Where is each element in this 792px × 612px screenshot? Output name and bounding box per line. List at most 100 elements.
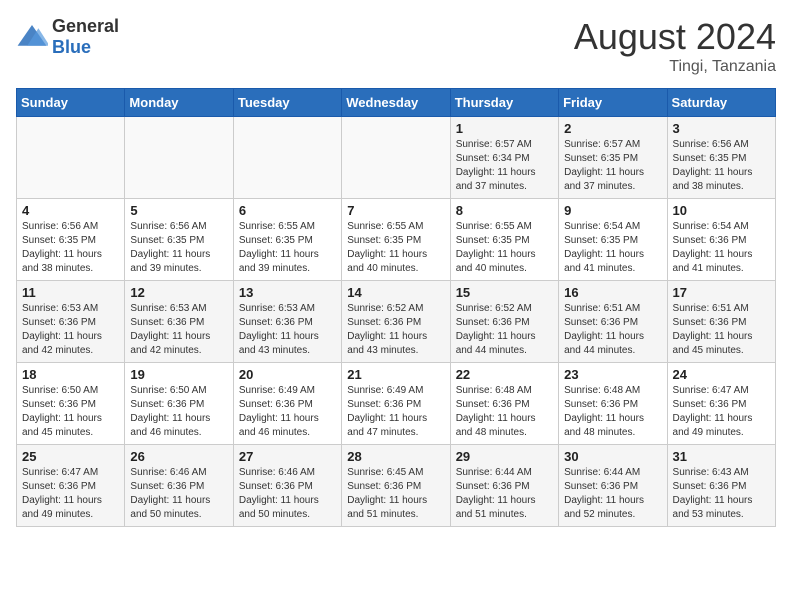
- calendar-cell: 29 Sunrise: 6:44 AM Sunset: 6:36 PM Dayli…: [450, 445, 558, 527]
- day-number: 30: [564, 449, 661, 464]
- cell-info: Sunrise: 6:50 AM Sunset: 6:36 PM Dayligh…: [130, 384, 227, 440]
- cell-info: Sunrise: 6:55 AM Sunset: 6:35 PM Dayligh…: [347, 220, 444, 276]
- cell-info: Sunrise: 6:43 AM Sunset: 6:36 PM Dayligh…: [673, 466, 770, 522]
- calendar-cell: 14 Sunrise: 6:52 AM Sunset: 6:36 PM Dayli…: [342, 281, 450, 363]
- calendar-week-row: 11 Sunrise: 6:53 AM Sunset: 6:36 PM Dayli…: [17, 281, 776, 363]
- weekday-header-wednesday: Wednesday: [342, 89, 450, 117]
- day-number: 10: [673, 203, 770, 218]
- day-number: 14: [347, 285, 444, 300]
- cell-info: Sunrise: 6:56 AM Sunset: 6:35 PM Dayligh…: [673, 138, 770, 194]
- day-number: 8: [456, 203, 553, 218]
- day-number: 4: [22, 203, 119, 218]
- weekday-header-friday: Friday: [559, 89, 667, 117]
- day-number: 16: [564, 285, 661, 300]
- cell-info: Sunrise: 6:55 AM Sunset: 6:35 PM Dayligh…: [456, 220, 553, 276]
- day-number: 6: [239, 203, 336, 218]
- logo: General Blue: [16, 16, 119, 58]
- calendar-table: SundayMondayTuesdayWednesdayThursdayFrid…: [16, 88, 776, 527]
- day-number: 17: [673, 285, 770, 300]
- calendar-cell: 23 Sunrise: 6:48 AM Sunset: 6:36 PM Dayli…: [559, 363, 667, 445]
- page-header: General Blue August 2024 Tingi, Tanzania: [16, 16, 776, 76]
- calendar-cell: 3 Sunrise: 6:56 AM Sunset: 6:35 PM Daylig…: [667, 117, 775, 199]
- day-number: 15: [456, 285, 553, 300]
- cell-info: Sunrise: 6:50 AM Sunset: 6:36 PM Dayligh…: [22, 384, 119, 440]
- calendar-cell: 1Sunrise: 6:57 AM Sunset: 6:34 PM Daylig…: [450, 117, 558, 199]
- calendar-cell: 22Sunrise: 6:48 AM Sunset: 6:36 PM Dayli…: [450, 363, 558, 445]
- calendar-cell: 24Sunrise: 6:47 AM Sunset: 6:36 PM Dayli…: [667, 363, 775, 445]
- cell-info: Sunrise: 6:46 AM Sunset: 6:36 PM Dayligh…: [239, 466, 336, 522]
- cell-info: Sunrise: 6:57 AM Sunset: 6:35 PM Dayligh…: [564, 138, 661, 194]
- calendar-cell: 2 Sunrise: 6:57 AM Sunset: 6:35 PM Daylig…: [559, 117, 667, 199]
- calendar-cell: [125, 117, 233, 199]
- weekday-header-tuesday: Tuesday: [233, 89, 341, 117]
- cell-info: Sunrise: 6:45 AM Sunset: 6:36 PM Dayligh…: [347, 466, 444, 522]
- calendar-cell: 19 Sunrise: 6:50 AM Sunset: 6:36 PM Dayli…: [125, 363, 233, 445]
- cell-info: Sunrise: 6:44 AM Sunset: 6:36 PM Dayligh…: [564, 466, 661, 522]
- calendar-cell: 7Sunrise: 6:55 AM Sunset: 6:35 PM Daylig…: [342, 199, 450, 281]
- calendar-cell: 28 Sunrise: 6:45 AM Sunset: 6:36 PM Dayli…: [342, 445, 450, 527]
- cell-info: Sunrise: 6:46 AM Sunset: 6:36 PM Dayligh…: [130, 466, 227, 522]
- day-number: 2: [564, 121, 661, 136]
- cell-info: Sunrise: 6:53 AM Sunset: 6:36 PM Dayligh…: [239, 302, 336, 358]
- calendar-cell: 11 Sunrise: 6:53 AM Sunset: 6:36 PM Dayli…: [17, 281, 125, 363]
- day-number: 13: [239, 285, 336, 300]
- calendar-cell: 5 Sunrise: 6:56 AM Sunset: 6:35 PM Daylig…: [125, 199, 233, 281]
- calendar-cell: [342, 117, 450, 199]
- cell-info: Sunrise: 6:54 AM Sunset: 6:35 PM Dayligh…: [564, 220, 661, 276]
- calendar-cell: 13 Sunrise: 6:53 AM Sunset: 6:36 PM Dayli…: [233, 281, 341, 363]
- weekday-header-monday: Monday: [125, 89, 233, 117]
- cell-info: Sunrise: 6:49 AM Sunset: 6:36 PM Dayligh…: [347, 384, 444, 440]
- calendar-cell: [233, 117, 341, 199]
- day-number: 5: [130, 203, 227, 218]
- location: Tingi, Tanzania: [574, 58, 776, 76]
- day-number: 29: [456, 449, 553, 464]
- calendar-cell: 12 Sunrise: 6:53 AM Sunset: 6:36 PM Dayli…: [125, 281, 233, 363]
- cell-info: Sunrise: 6:56 AM Sunset: 6:35 PM Dayligh…: [130, 220, 227, 276]
- logo-general: General: [52, 16, 119, 36]
- day-number: 24: [673, 367, 770, 382]
- day-number: 26: [130, 449, 227, 464]
- calendar-cell: 9 Sunrise: 6:54 AM Sunset: 6:35 PM Daylig…: [559, 199, 667, 281]
- calendar-cell: 31Sunrise: 6:43 AM Sunset: 6:36 PM Dayli…: [667, 445, 775, 527]
- logo-text: General Blue: [52, 16, 119, 58]
- weekday-header-sunday: Sunday: [17, 89, 125, 117]
- day-number: 9: [564, 203, 661, 218]
- calendar-cell: 10Sunrise: 6:54 AM Sunset: 6:36 PM Dayli…: [667, 199, 775, 281]
- calendar-week-row: 1Sunrise: 6:57 AM Sunset: 6:34 PM Daylig…: [17, 117, 776, 199]
- cell-info: Sunrise: 6:44 AM Sunset: 6:36 PM Dayligh…: [456, 466, 553, 522]
- calendar-cell: 20 Sunrise: 6:49 AM Sunset: 6:36 PM Dayli…: [233, 363, 341, 445]
- cell-info: Sunrise: 6:52 AM Sunset: 6:36 PM Dayligh…: [456, 302, 553, 358]
- calendar-week-row: 18 Sunrise: 6:50 AM Sunset: 6:36 PM Dayli…: [17, 363, 776, 445]
- calendar-cell: 26 Sunrise: 6:46 AM Sunset: 6:36 PM Dayli…: [125, 445, 233, 527]
- month-year: August 2024: [574, 16, 776, 58]
- cell-info: Sunrise: 6:47 AM Sunset: 6:36 PM Dayligh…: [22, 466, 119, 522]
- calendar-cell: 27 Sunrise: 6:46 AM Sunset: 6:36 PM Dayli…: [233, 445, 341, 527]
- day-number: 20: [239, 367, 336, 382]
- cell-info: Sunrise: 6:53 AM Sunset: 6:36 PM Dayligh…: [22, 302, 119, 358]
- day-number: 23: [564, 367, 661, 382]
- weekday-header-row: SundayMondayTuesdayWednesdayThursdayFrid…: [17, 89, 776, 117]
- cell-info: Sunrise: 6:48 AM Sunset: 6:36 PM Dayligh…: [564, 384, 661, 440]
- calendar-week-row: 4 Sunrise: 6:56 AM Sunset: 6:35 PM Daylig…: [17, 199, 776, 281]
- day-number: 28: [347, 449, 444, 464]
- title-area: August 2024 Tingi, Tanzania: [574, 16, 776, 76]
- day-number: 11: [22, 285, 119, 300]
- cell-info: Sunrise: 6:53 AM Sunset: 6:36 PM Dayligh…: [130, 302, 227, 358]
- weekday-header-saturday: Saturday: [667, 89, 775, 117]
- day-number: 3: [673, 121, 770, 136]
- calendar-cell: 30 Sunrise: 6:44 AM Sunset: 6:36 PM Dayli…: [559, 445, 667, 527]
- day-number: 12: [130, 285, 227, 300]
- day-number: 25: [22, 449, 119, 464]
- cell-info: Sunrise: 6:49 AM Sunset: 6:36 PM Dayligh…: [239, 384, 336, 440]
- cell-info: Sunrise: 6:57 AM Sunset: 6:34 PM Dayligh…: [456, 138, 553, 194]
- cell-info: Sunrise: 6:48 AM Sunset: 6:36 PM Dayligh…: [456, 384, 553, 440]
- cell-info: Sunrise: 6:56 AM Sunset: 6:35 PM Dayligh…: [22, 220, 119, 276]
- cell-info: Sunrise: 6:52 AM Sunset: 6:36 PM Dayligh…: [347, 302, 444, 358]
- day-number: 18: [22, 367, 119, 382]
- weekday-header-thursday: Thursday: [450, 89, 558, 117]
- calendar-cell: 16Sunrise: 6:51 AM Sunset: 6:36 PM Dayli…: [559, 281, 667, 363]
- day-number: 27: [239, 449, 336, 464]
- day-number: 19: [130, 367, 227, 382]
- calendar-cell: 4 Sunrise: 6:56 AM Sunset: 6:35 PM Daylig…: [17, 199, 125, 281]
- day-number: 21: [347, 367, 444, 382]
